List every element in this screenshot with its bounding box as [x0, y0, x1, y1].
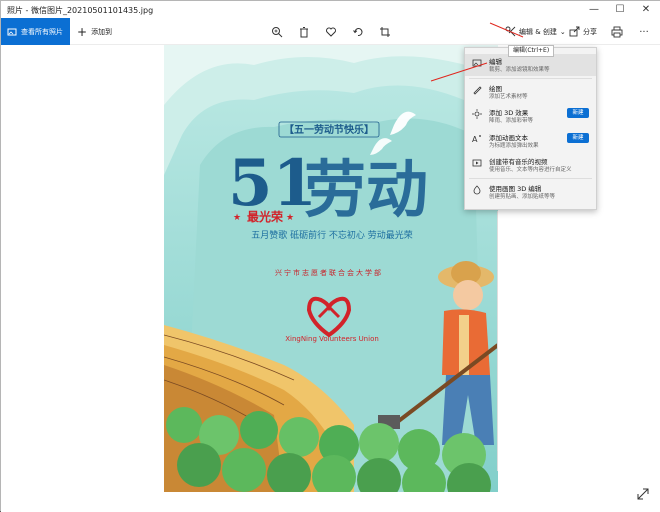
window-title: 照片 - 微信图片_20210501101435.jpg	[7, 6, 154, 15]
minimize-button[interactable]: —	[581, 1, 607, 18]
edit-create-label: 编辑 & 创建	[519, 27, 557, 36]
share-label: 分享	[583, 27, 597, 36]
title-bar: 照片 - 微信图片_20210501101435.jpg — ☐ ✕	[1, 1, 660, 18]
pen-icon	[473, 86, 482, 95]
share-button[interactable]: 分享	[569, 18, 597, 45]
menu-item-edit[interactable]: 编辑 裁剪、添加滤镜和效果等	[465, 54, 596, 76]
banner-text: 【五一劳动节快乐】	[284, 123, 374, 136]
edit-create-button[interactable]: 编辑 & 创建 ⌄	[505, 18, 566, 45]
printer-icon	[611, 26, 623, 38]
print-button[interactable]	[610, 25, 624, 39]
menu-divider	[469, 178, 592, 179]
expand-icon[interactable]	[637, 488, 649, 500]
star-icon: ★	[286, 213, 294, 223]
org-arc-text: 兴宁市志愿者联合会大学部	[275, 268, 383, 277]
add-to-label: 添加到	[91, 27, 113, 36]
menu-item-sub: 使用音乐、文本等内容进行自定义	[489, 167, 572, 173]
menu-item-video-music[interactable]: 创建带有音乐的视频 使用音乐、文本等内容进行自定义	[465, 154, 596, 176]
photos-icon	[7, 28, 17, 35]
menu-divider	[469, 78, 592, 79]
animated-text-icon: A	[472, 135, 481, 144]
sparkle-3d-icon	[472, 109, 482, 119]
maximize-button[interactable]: ☐	[607, 1, 633, 18]
menu-item-paint3d[interactable]: 使用画图 3D 编辑 创建剪贴画、添加贴纸等等	[465, 181, 596, 203]
menu-item-sub: 添加艺术素材等	[489, 94, 528, 100]
toolbar: 查看所有照片 + 添加到 编辑 & 创建 ⌄ 分享 ···	[1, 18, 660, 45]
banner: 【五一劳动节快乐】	[278, 121, 380, 138]
zoom-icon	[272, 27, 283, 38]
more-options-button[interactable]: ···	[637, 25, 651, 39]
menu-item-sub: 创建剪贴画、添加贴纸等等	[489, 194, 556, 200]
divider	[497, 211, 498, 471]
rotate-button[interactable]	[351, 25, 365, 39]
crop-icon	[380, 27, 390, 37]
chevron-down-icon: ⌄	[559, 27, 566, 36]
zoom-button[interactable]	[270, 25, 284, 39]
menu-item-draw[interactable]: 绘图 添加艺术素材等	[465, 81, 596, 103]
delete-button[interactable]	[297, 25, 311, 39]
trash-icon	[300, 27, 308, 38]
new-badge: 新建	[567, 133, 589, 143]
close-button[interactable]: ✕	[633, 1, 659, 18]
share-icon	[569, 26, 580, 37]
edit-tooltip: 编辑(Ctrl+E)	[508, 45, 555, 57]
view-all-label: 查看所有照片	[21, 27, 63, 36]
image-edit-icon	[472, 59, 482, 67]
org-english-text: XingNing Volunteers Union	[285, 335, 379, 343]
crop-button[interactable]	[378, 25, 392, 39]
edit-create-icon	[505, 26, 516, 37]
plus-icon: +	[77, 24, 88, 39]
subtitle: 最光荣	[247, 209, 284, 224]
big-text: 劳动	[304, 153, 428, 226]
star-icon: ★	[233, 213, 241, 223]
poster-image: 【五一劳动节快乐】 51 劳动 ★ 最光荣 ★ 五月赞歌 砥砺前行 不忘初心 劳…	[164, 45, 498, 492]
menu-item-animated-text[interactable]: A 添加动画文本 为标题添加弹出效果 新建	[465, 130, 596, 152]
paint3d-icon	[473, 185, 481, 195]
tagline: 五月赞歌 砥砺前行 不忘初心 劳动最光荣	[251, 229, 413, 241]
menu-item-sub: 裁剪、添加滤镜和效果等	[489, 67, 550, 73]
favorite-button[interactable]	[324, 25, 338, 39]
svg-text:A: A	[472, 135, 478, 144]
menu-item-sub: 为标题添加弹出效果	[489, 143, 539, 149]
photos-window: 照片 - 微信图片_20210501101435.jpg — ☐ ✕ 查看所有照…	[0, 0, 660, 512]
new-badge: 新建	[567, 108, 589, 118]
menu-item-sub: 降雨、添加彩带等	[489, 118, 534, 124]
menu-item-3d-effects[interactable]: 添加 3D 效果 降雨、添加彩带等 新建	[465, 105, 596, 127]
rotate-icon	[353, 28, 363, 37]
add-to-button[interactable]: + 添加到	[77, 18, 112, 45]
video-music-icon	[472, 159, 482, 167]
heart-icon	[326, 27, 336, 37]
view-all-photos-button[interactable]: 查看所有照片	[1, 18, 70, 45]
edit-create-menu: 编辑 裁剪、添加滤镜和效果等 绘图 添加艺术素材等 添加 3D 效果 降雨、添加…	[464, 47, 597, 210]
